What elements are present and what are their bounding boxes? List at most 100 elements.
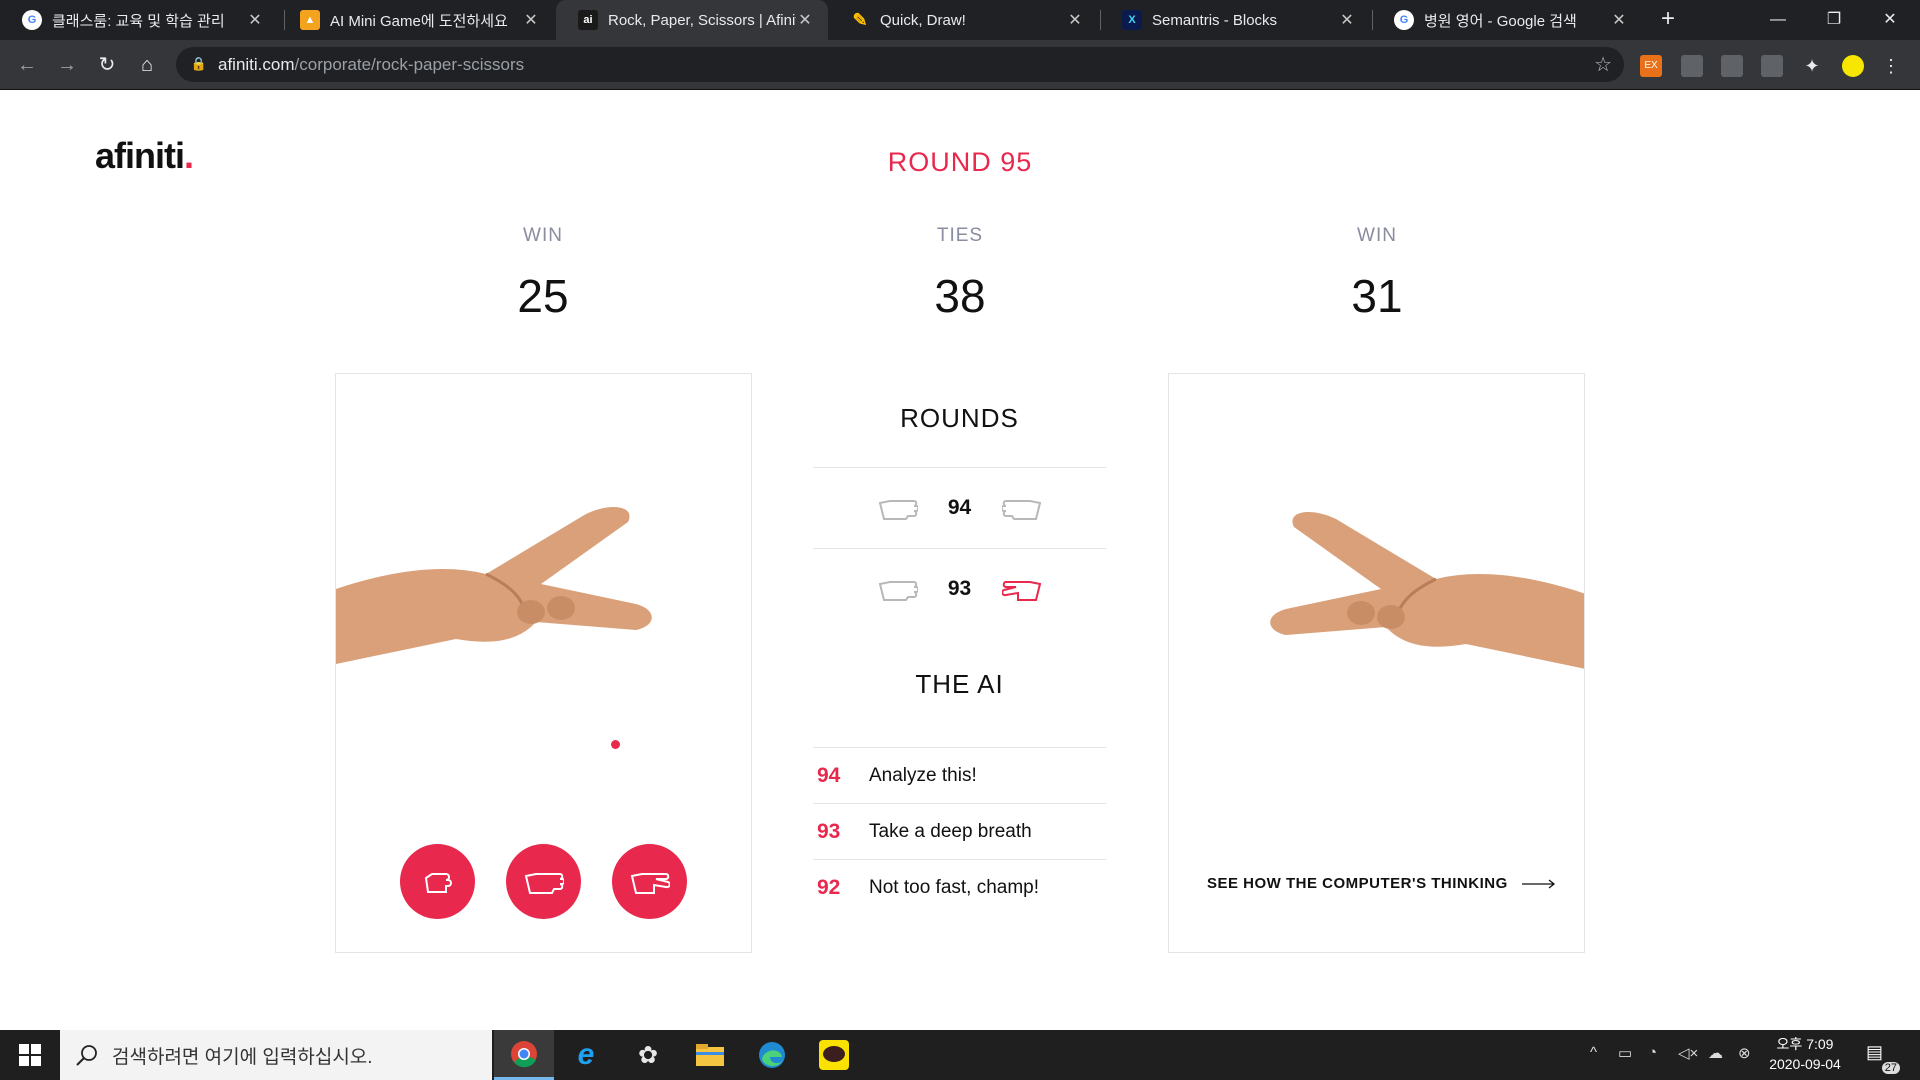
- round-row: 94: [813, 467, 1106, 548]
- tab-title: Semantris - Blocks: [1152, 11, 1278, 29]
- url-path: /corporate/rock-paper-scissors: [294, 55, 525, 74]
- ie-taskbar-icon[interactable]: e: [556, 1030, 616, 1080]
- internet-explorer-icon: e: [577, 1038, 595, 1071]
- restore-button[interactable]: ❐: [1806, 0, 1862, 40]
- close-icon[interactable]: ✕: [1610, 10, 1628, 30]
- minimize-button[interactable]: —: [1750, 0, 1806, 40]
- slides-icon: ▲: [300, 10, 320, 30]
- close-icon[interactable]: ✕: [1338, 10, 1356, 30]
- chrome-taskbar-icon[interactable]: [494, 1030, 554, 1080]
- player-paper-hand-icon: [878, 500, 918, 520]
- extension-icon[interactable]: [1721, 55, 1743, 77]
- windows-logo-icon: [19, 1044, 41, 1066]
- rock-button[interactable]: [400, 844, 475, 919]
- tab-semantris[interactable]: X Semantris - Blocks ✕: [1100, 0, 1370, 40]
- ai-message-row: 94 Analyze this!: [813, 747, 1106, 803]
- extension-icon[interactable]: [1681, 55, 1703, 77]
- notification-count: 27: [1881, 1062, 1900, 1074]
- reload-icon[interactable]: ↻: [92, 50, 122, 80]
- computer-scissors-hand-icon: [1001, 581, 1041, 601]
- explorer-taskbar-icon[interactable]: [680, 1030, 740, 1080]
- profile-avatar[interactable]: [1842, 55, 1864, 77]
- taskbar-search-box[interactable]: 검색하려면 여기에 입력하십시오.: [60, 1030, 492, 1080]
- lock-icon[interactable]: 🔒: [190, 55, 208, 73]
- player-win-count: 25: [517, 270, 569, 322]
- windows-start-button[interactable]: [0, 1030, 60, 1080]
- round-number: 94: [947, 496, 972, 519]
- back-icon[interactable]: ←: [12, 50, 42, 80]
- close-icon[interactable]: ✕: [796, 10, 814, 30]
- scissors-button[interactable]: [612, 844, 687, 919]
- computer-scissors-hand: [1270, 512, 1584, 669]
- computer-panel: [1168, 373, 1585, 953]
- ties-score: TIES 38: [860, 225, 1060, 323]
- tab-title: 병원 영어 - Google 검색: [1424, 12, 1577, 30]
- computer-win-label: WIN: [1357, 225, 1397, 246]
- edge-taskbar-icon[interactable]: [742, 1030, 802, 1080]
- ai-message-row: 92 Not too fast, champ!: [813, 859, 1106, 915]
- home-icon[interactable]: ⌂: [132, 50, 162, 80]
- semantris-icon: X: [1122, 10, 1142, 30]
- tab-title: 클래스룸: 교육 및 학습 관리: [52, 12, 225, 30]
- new-tab-button[interactable]: +: [1652, 6, 1684, 34]
- computer-paper-hand-icon: [1001, 500, 1041, 520]
- onedrive-cloud-icon[interactable]: ☁: [1708, 1044, 1723, 1062]
- player-win-label: WIN: [523, 225, 563, 246]
- windows-taskbar: 검색하려면 여기에 입력하십시오. e ✿ ^ ▭ ◔ ◁× ☁ ⊗ 오후 7:…: [0, 1030, 1920, 1080]
- ties-count: 38: [934, 270, 986, 322]
- forward-icon[interactable]: →: [52, 50, 82, 80]
- ai-message-text: Not too fast, champ!: [869, 876, 1040, 898]
- notification-icon: ▤: [1866, 1042, 1884, 1062]
- show-hidden-icons-chevron[interactable]: ^: [1590, 1044, 1597, 1061]
- ai-heading: THE AI: [915, 669, 1004, 699]
- taskbar-clock[interactable]: 오후 7:09 2020-09-04: [1760, 1034, 1850, 1074]
- see-computer-thinking-link[interactable]: SEE HOW THE COMPUTER'S THINKING: [1207, 875, 1556, 892]
- extension-ex-icon[interactable]: EX: [1640, 55, 1662, 77]
- bookmark-star-icon[interactable]: ☆: [1594, 52, 1612, 77]
- tab-google-search[interactable]: G 병원 영어 - Google 검색 ✕: [1372, 0, 1642, 40]
- tab-rock-paper-scissors[interactable]: ai Rock, Paper, Scissors | Afinit ✕: [556, 0, 828, 40]
- tab-quick-draw[interactable]: ✎ Quick, Draw! ✕: [828, 0, 1098, 40]
- close-window-button[interactable]: ✕: [1862, 0, 1918, 40]
- puzzle-icon[interactable]: ✦: [1801, 55, 1823, 77]
- close-icon[interactable]: ✕: [1066, 10, 1084, 30]
- edge-icon: [759, 1042, 785, 1068]
- player-panel: [335, 373, 752, 953]
- computer-win-count: 31: [1351, 270, 1403, 322]
- close-icon[interactable]: ✕: [246, 10, 264, 30]
- address-bar[interactable]: 🔒 afiniti.com/corporate/rock-paper-sciss…: [176, 47, 1624, 82]
- google-icon: G: [1394, 10, 1414, 30]
- quickdraw-icon: ✎: [852, 9, 868, 30]
- paper-button[interactable]: [506, 844, 581, 919]
- close-icon[interactable]: ✕: [522, 10, 540, 30]
- close-circle-icon[interactable]: ⊗: [1738, 1044, 1751, 1062]
- battery-icon[interactable]: ▭: [1618, 1044, 1632, 1062]
- search-placeholder: 검색하려면 여기에 입력하십시오.: [112, 1046, 373, 1068]
- folder-icon: [696, 1044, 724, 1066]
- menu-dots-icon[interactable]: ⋮: [1880, 55, 1902, 77]
- think-link-label: SEE HOW THE COMPUTER'S THINKING: [1207, 875, 1508, 892]
- clock-date: 2020-09-04: [1769, 1056, 1841, 1072]
- player-score: WIN 25: [443, 225, 643, 323]
- network-icon[interactable]: ◔: [1648, 1044, 1657, 1061]
- arrow-right-icon: [1521, 878, 1555, 889]
- paint-icon: ✿: [637, 1041, 659, 1069]
- action-center-button[interactable]: ▤ 27: [1866, 1042, 1900, 1074]
- paint-taskbar-icon[interactable]: ✿: [618, 1030, 678, 1080]
- tab-classroom[interactable]: G 클래스룸: 교육 및 학습 관리 ✕: [0, 0, 278, 40]
- kakaotalk-icon: [819, 1040, 849, 1070]
- ai-message-text: Analyze this!: [869, 764, 977, 786]
- ai-message-round: 92: [817, 875, 841, 899]
- url-text: afiniti.com/corporate/rock-paper-scissor…: [218, 55, 524, 75]
- tab-ai-mini-game[interactable]: ▲ AI Mini Game에 도전하세요 ✕: [278, 0, 554, 40]
- rock-hand-icon: [424, 872, 452, 893]
- ai-message-round: 93: [817, 819, 841, 843]
- rounds-heading: ROUNDS: [900, 403, 1019, 433]
- volume-muted-icon[interactable]: ◁×: [1678, 1044, 1698, 1062]
- tab-title: Quick, Draw!: [880, 11, 966, 29]
- browser-toolbar: ← → ↻ ⌂ 🔒 afiniti.com/corporate/rock-pap…: [0, 40, 1920, 90]
- extension-icon[interactable]: [1761, 55, 1783, 77]
- round-row: 93: [813, 548, 1106, 629]
- kakaotalk-taskbar-icon[interactable]: [804, 1030, 864, 1080]
- search-icon: [76, 1045, 97, 1066]
